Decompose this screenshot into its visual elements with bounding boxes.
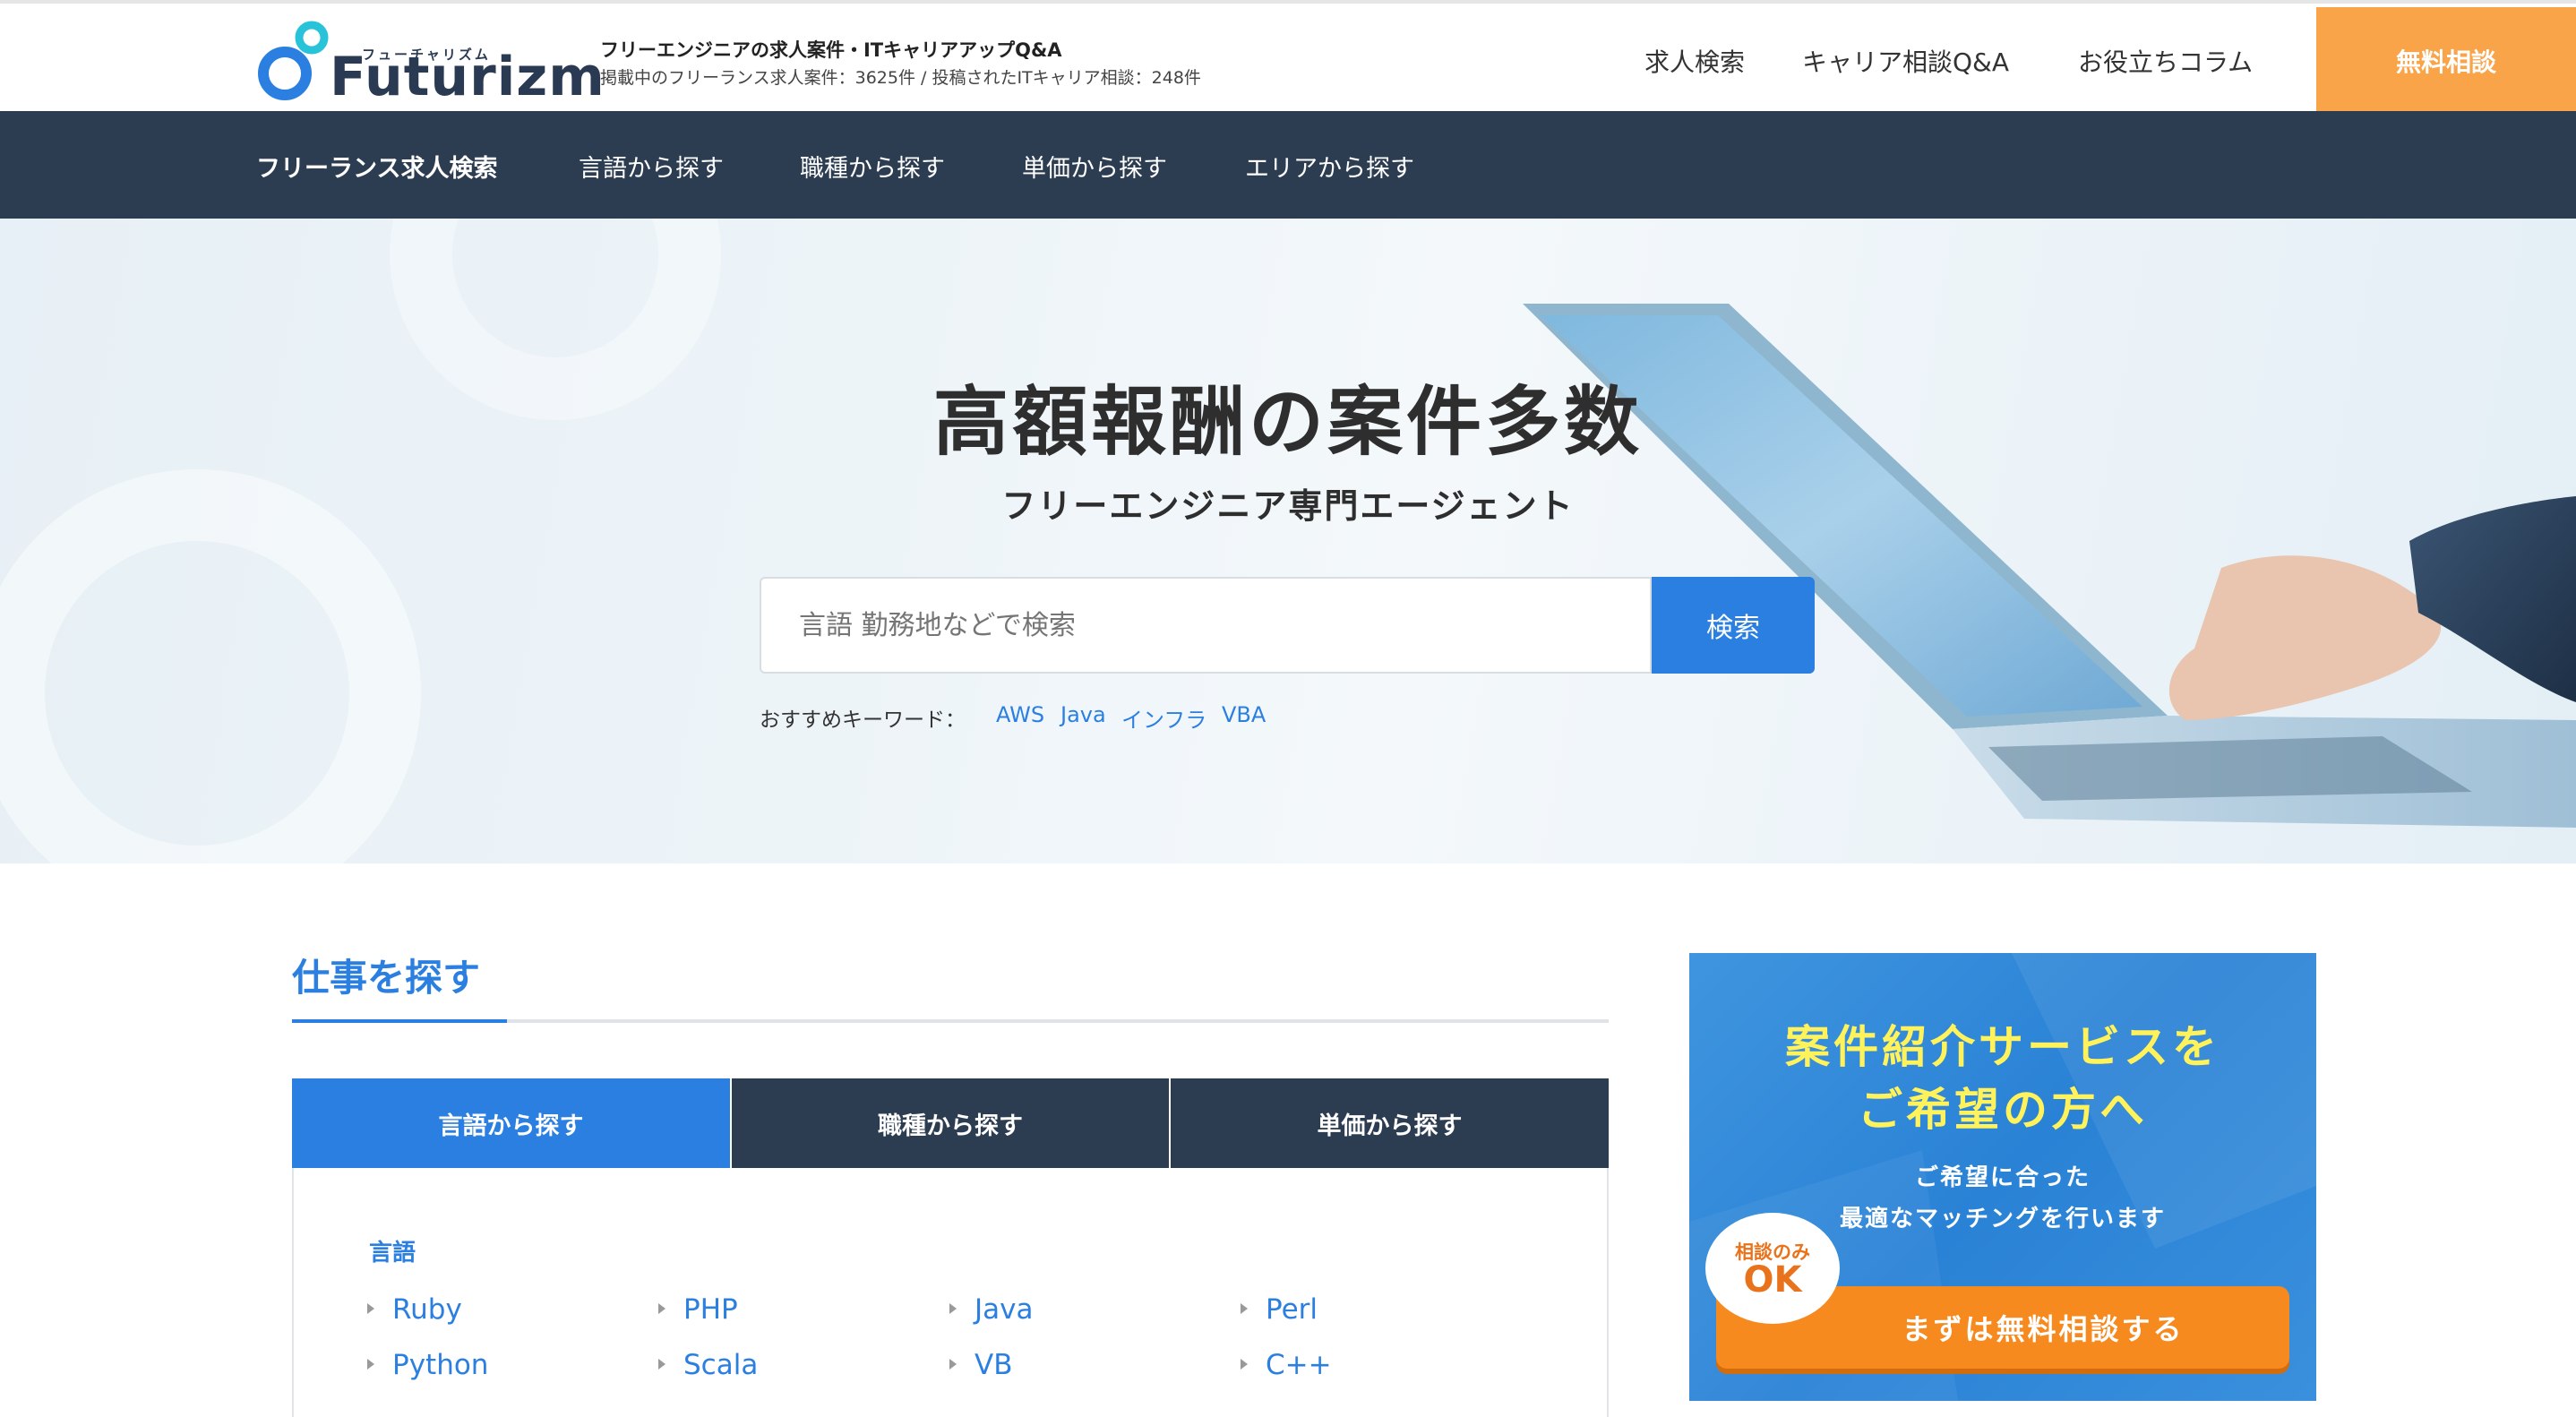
hero-subtitle: フリーエンジニア専門エージェント [1001,486,1575,526]
triangle-right-icon [658,1302,665,1314]
tab-by-occupation[interactable]: 職種から探す [732,1078,1169,1168]
triangle-right-icon [367,1302,374,1314]
consultation-banner[interactable]: 案件紹介サービスを ご希望の方へ ご希望に合った 最適なマッチングを行います ま… [1689,953,2316,1401]
language-link-vb[interactable]: VB [949,1349,1012,1381]
language-link-scala[interactable]: Scala [658,1349,758,1381]
nav-by-area[interactable]: エリアから探す [1245,149,1414,184]
site-stats: 掲載中のフリーランス求人案件：3625件 / 投稿されたITキャリア相談：248… [600,68,1201,88]
site-header: フューチャリズム Futurizm フリーエンジニアの求人案件・ITキャリアアッ… [0,0,2576,115]
nav-columns[interactable]: お役立ちコラム [2078,43,2253,79]
banner-title: 案件紹介サービスを ご希望の方へ [1785,1021,2220,1136]
language-link-python[interactable]: Python [367,1349,488,1381]
keywords-label: おすすめキーワード： [760,708,966,732]
triangle-right-icon [949,1302,957,1314]
site-tagline: フリーエンジニアの求人案件・ITキャリアアップQ&A [600,39,1062,61]
language-link-perl[interactable]: Perl [1241,1293,1318,1326]
hero-title: 高額報酬の案件多数 [932,378,1643,466]
section-divider-accent [292,1019,507,1023]
free-consultation-button[interactable]: 無料相談 [2316,7,2576,115]
keyword-link[interactable]: VBA [1222,702,1266,727]
futurizm-logo[interactable]: フューチャリズム Futurizm [254,18,605,106]
keyword-link[interactable]: インフラ [1121,702,1206,734]
nav-job-search[interactable]: 求人検索 [1644,43,1745,79]
language-link-ruby[interactable]: Ruby [367,1293,462,1326]
logo-ring-icon [258,21,329,100]
logo-wordmark: Futurizm [330,46,605,108]
language-group-label: 言語 [369,1240,416,1267]
tab-by-rate[interactable]: 単価から探す [1171,1078,1609,1168]
section-title: 仕事を探す [292,956,481,1000]
search-button[interactable]: 検索 [1652,577,1815,674]
consultation-ok-badge: 相談のみ OK [1705,1213,1840,1324]
nav-by-occupation[interactable]: 職種から探す [800,149,945,184]
triangle-right-icon [949,1358,957,1370]
tab-by-language[interactable]: 言語から探す [292,1078,730,1168]
nav-by-language[interactable]: 言語から探す [579,149,724,184]
hero-section: 高額報酬の案件多数 フリーエンジニア専門エージェント 検索 おすすめキーワード：… [0,219,2576,863]
language-link-php[interactable]: PHP [658,1293,738,1326]
category-nav: フリーランス求人検索 言語から探す 職種から探す 単価から探す エリアから探す [0,111,2576,219]
search-tabs: 言語から探す 職種から探す 単価から探す [292,1078,1609,1168]
language-link-cpp[interactable]: C++ [1241,1349,1332,1381]
hero-background-image [0,219,2576,863]
nav-by-rate[interactable]: 単価から探す [1022,149,1167,184]
keyword-link[interactable]: Java [1060,702,1106,727]
triangle-right-icon [1241,1302,1248,1314]
triangle-right-icon [367,1358,374,1370]
nav-freelance-search[interactable]: フリーランス求人検索 [256,149,497,184]
triangle-right-icon [1241,1358,1248,1370]
language-link-java[interactable]: Java [949,1293,1033,1326]
nav-career-qa[interactable]: キャリア相談Q&A [1802,43,2009,79]
search-input[interactable] [760,577,1652,674]
keyword-link[interactable]: AWS [996,702,1044,727]
triangle-right-icon [658,1358,665,1370]
